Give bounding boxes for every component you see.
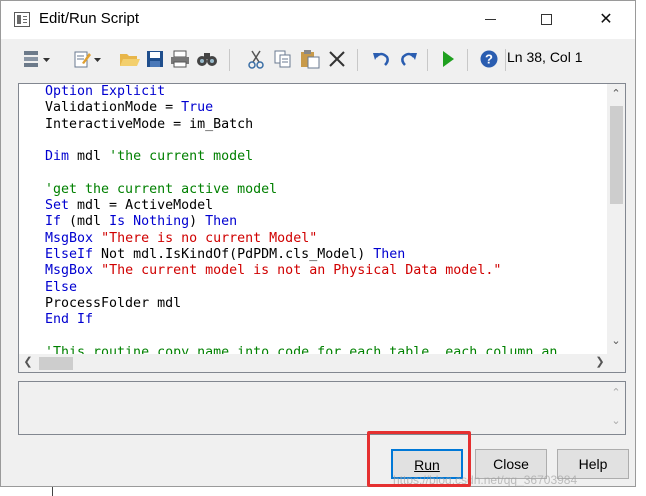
code-line[interactable]: MsgBox "There is no current Model" <box>45 231 605 247</box>
save-icon[interactable] <box>145 49 165 69</box>
run-highlight-box <box>367 431 471 487</box>
redo-icon[interactable] <box>399 49 419 69</box>
scroll-up-icon[interactable]: ⌃ <box>607 87 625 100</box>
code-token: "There is no current Model" <box>101 230 318 246</box>
undo-icon[interactable] <box>371 49 391 69</box>
code-line[interactable] <box>45 328 605 344</box>
code-line[interactable]: Dim mdl 'the current model <box>45 149 605 165</box>
code-line[interactable]: 'get the current active model <box>45 182 605 198</box>
code-token: Set <box>45 198 70 214</box>
code-token: MsgBox <box>45 230 94 246</box>
delete-icon[interactable] <box>327 49 347 69</box>
close-window-button[interactable]: ✕ <box>583 1 629 39</box>
maximize-button[interactable] <box>523 1 569 39</box>
code-token: Not mdl.IsKindOf(PdPDM.cls_Model) <box>93 246 374 262</box>
code-token: True <box>181 100 214 116</box>
code-line[interactable]: ProcessFolder mdl <box>45 296 605 312</box>
code-token: ) <box>189 214 206 230</box>
cut-icon[interactable] <box>247 49 265 69</box>
code-token: "The current model is not an Physical Da… <box>101 263 502 279</box>
editor-horizontal-scrollbar[interactable]: ❮ ❯ <box>19 354 609 372</box>
window-title: Edit/Run Script <box>39 10 140 27</box>
toolbar-separator <box>427 49 428 71</box>
script-window-icon <box>14 12 30 27</box>
code-token: Nothing <box>133 214 190 230</box>
code-token: 'the current model <box>109 149 254 165</box>
output-vertical-scrollbar[interactable]: ⌃ ⌄ <box>607 382 625 434</box>
run-icon[interactable] <box>439 49 457 69</box>
minimize-button[interactable] <box>467 1 513 39</box>
code-token: mdl <box>69 149 110 165</box>
edit-run-script-dialog: Edit/Run Script ✕ ? Ln 38, Col 1 Option … <box>0 0 636 487</box>
toolbar-separator <box>357 49 358 71</box>
code-token: 'This routine copy name into code for ea… <box>45 344 558 354</box>
scrollbar-corner <box>607 354 625 372</box>
code-token: ProcessFolder mdl <box>45 295 182 311</box>
code-token: Option Explicit <box>45 84 166 99</box>
code-line[interactable]: MsgBox "The current model is not an Phys… <box>45 263 605 279</box>
close-icon: ✕ <box>599 11 613 28</box>
background-line <box>52 487 53 496</box>
properties-dropdown-icon[interactable] <box>23 49 53 69</box>
horizontal-scroll-thumb[interactable] <box>39 357 73 370</box>
maximize-icon <box>540 14 552 26</box>
output-scroll-up-icon[interactable]: ⌃ <box>607 386 625 399</box>
code-token: (mdl <box>61 214 110 230</box>
code-line[interactable]: ValidationMode = True <box>45 100 605 116</box>
cursor-position-status: Ln 38, Col 1 <box>507 49 583 65</box>
title-bar: Edit/Run Script ✕ <box>1 1 635 39</box>
code-line[interactable] <box>45 165 605 181</box>
code-line[interactable]: Option Explicit <box>45 84 605 100</box>
code-line[interactable]: If (mdl Is Nothing) Then <box>45 214 605 230</box>
output-pane[interactable]: ⌃ ⌄ <box>18 381 626 435</box>
code-line[interactable] <box>45 133 605 149</box>
edit-dropdown-icon[interactable] <box>73 49 103 69</box>
toolbar-separator <box>229 49 230 71</box>
code-token: If <box>45 214 62 230</box>
code-token: mdl = ActiveModel <box>69 198 214 214</box>
copy-icon[interactable] <box>273 49 293 69</box>
print-icon[interactable] <box>169 49 191 69</box>
code-token: Then <box>205 214 238 230</box>
code-token: Else <box>45 279 78 295</box>
code-token: InteractiveMode = im_Batch <box>45 116 254 132</box>
code-line[interactable]: 'This routine copy name into code for ea… <box>45 345 605 354</box>
svg-text:?: ? <box>485 52 493 67</box>
code-token: End If <box>45 312 94 328</box>
scroll-left-icon[interactable]: ❮ <box>19 355 37 368</box>
code-token: 'get the current active model <box>45 181 278 197</box>
code-token: Then <box>373 246 406 262</box>
minimize-icon <box>484 19 496 21</box>
code-token: Is <box>109 214 126 230</box>
code-token: ElseIf <box>45 246 94 262</box>
editor-vertical-scrollbar[interactable]: ⌃ ⌄ <box>607 84 625 354</box>
paste-icon[interactable] <box>299 49 321 69</box>
close-button-label: Close <box>493 456 529 472</box>
output-scroll-down-icon[interactable]: ⌄ <box>607 414 625 427</box>
help-button-label: Help <box>578 456 608 472</box>
toolbar-separator <box>467 49 468 71</box>
help-icon[interactable]: ? <box>479 49 499 69</box>
code-line[interactable]: ElseIf Not mdl.IsKindOf(PdPDM.cls_Model)… <box>45 247 605 263</box>
scroll-down-icon[interactable]: ⌄ <box>607 334 625 347</box>
code-line[interactable]: End If <box>45 312 605 328</box>
code-line[interactable]: Set mdl = ActiveModel <box>45 198 605 214</box>
open-folder-icon[interactable] <box>119 49 141 69</box>
toolbar-separator <box>505 49 506 71</box>
code-area[interactable]: Option Explicit ValidationMode = True Inte… <box>45 84 605 354</box>
find-icon[interactable] <box>195 49 219 69</box>
code-line[interactable]: InteractiveMode = im_Batch <box>45 117 605 133</box>
script-editor[interactable]: Option Explicit ValidationMode = True Inte… <box>18 83 626 373</box>
code-token: ValidationMode = <box>45 100 182 116</box>
code-line[interactable]: Else <box>45 280 605 296</box>
vertical-scroll-thumb[interactable] <box>610 106 623 204</box>
code-token: Dim <box>45 149 70 165</box>
code-token: MsgBox <box>45 263 94 279</box>
